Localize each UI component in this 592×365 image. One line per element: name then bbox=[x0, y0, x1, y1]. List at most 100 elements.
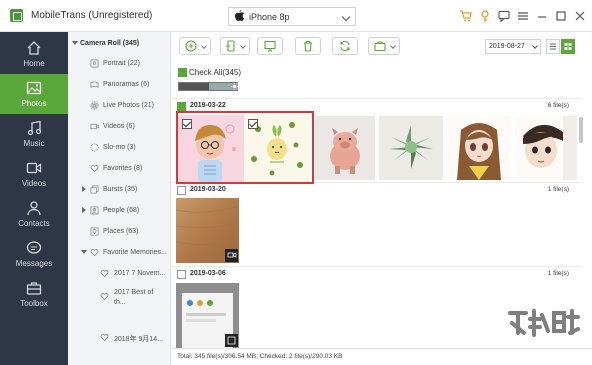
feedback-icon[interactable] bbox=[498, 10, 510, 23]
group-count: 6 file(s) bbox=[547, 102, 569, 109]
nav-item-toolbox[interactable]: Toolbox bbox=[0, 274, 68, 314]
check-all-checkbox[interactable] bbox=[178, 68, 187, 77]
group-count: 1 file(s) bbox=[547, 186, 569, 193]
group-checkbox[interactable] bbox=[177, 102, 186, 111]
grid-view-button[interactable] bbox=[561, 39, 575, 54]
place-icon bbox=[90, 227, 99, 236]
minimize-icon[interactable] bbox=[536, 10, 548, 22]
nav-item-home[interactable]: Home bbox=[0, 34, 68, 74]
chevron-down-icon bbox=[341, 12, 351, 22]
device-selector[interactable]: iPhone 8p bbox=[228, 7, 356, 26]
group-count: 1 file(s) bbox=[547, 270, 569, 277]
people-icon bbox=[90, 206, 99, 215]
app-title: MobileTrans (Unregistered) bbox=[31, 10, 153, 21]
nav-item-videos[interactable]: Videos bbox=[0, 154, 68, 194]
nav-item-music[interactable]: Music bbox=[0, 114, 68, 154]
heart-icon bbox=[90, 249, 99, 257]
thumbnail-size-slider[interactable] bbox=[178, 82, 238, 91]
selection-highlight bbox=[176, 111, 314, 184]
chevron-down-icon bbox=[240, 43, 246, 49]
export-to-pc-button[interactable] bbox=[257, 37, 283, 55]
status-bar: Total: 345 file(s)/306.54 MB; Checked: 2… bbox=[171, 348, 592, 365]
nav-item-photos[interactable]: Photos bbox=[0, 74, 68, 114]
group-checkbox[interactable] bbox=[177, 186, 186, 195]
status-text: Total: 345 file(s)/306.54 MB; Checked: 2… bbox=[177, 353, 343, 360]
home-icon bbox=[27, 41, 41, 55]
group-date: 2019-03-20 bbox=[190, 186, 226, 193]
tree-item-memory-3[interactable]: 2018年 9月14... bbox=[68, 329, 171, 347]
tree-item-favorite-memories[interactable]: Favorite Memories... bbox=[68, 244, 171, 262]
date-filter-value: 2019-08-27 bbox=[489, 43, 525, 50]
list-view-button[interactable] bbox=[546, 39, 560, 54]
tree-item-label: Favorite Memories... bbox=[103, 249, 167, 256]
expand-arrow-icon[interactable] bbox=[82, 186, 86, 192]
photo-thumbnail[interactable] bbox=[315, 116, 375, 180]
export-to-device-button[interactable] bbox=[220, 37, 250, 55]
expand-arrow-icon[interactable] bbox=[72, 41, 78, 45]
tree-item-portrait[interactable]: Portrait (22) bbox=[68, 55, 171, 73]
nav-label: Contacts bbox=[18, 219, 50, 228]
trash-icon bbox=[304, 40, 312, 52]
photo-thumbnail[interactable] bbox=[515, 116, 577, 180]
refresh-button[interactable] bbox=[332, 37, 358, 55]
tree-item-bursts[interactable]: Bursts (35) bbox=[68, 181, 171, 199]
toolbar: 2019-08-27 bbox=[171, 32, 592, 62]
tree-item-panoramas[interactable]: Panoramas (6) bbox=[68, 76, 171, 94]
photo-thumbnail[interactable] bbox=[447, 116, 511, 180]
expand-arrow-icon[interactable] bbox=[82, 207, 86, 213]
photo-screenshot bbox=[176, 283, 239, 348]
heart-icon bbox=[100, 334, 109, 342]
tree-item-memory-2[interactable]: 2017 Best of th... bbox=[68, 283, 171, 309]
group-date: 2019-03-22 bbox=[190, 102, 226, 109]
tree-item-slo-mo[interactable]: Slo-mo (3) bbox=[68, 139, 171, 157]
expand-arrow-icon[interactable] bbox=[81, 250, 87, 254]
portrait-icon bbox=[90, 59, 99, 68]
briefcase-icon bbox=[374, 41, 386, 52]
check-all-label: Check All(345) bbox=[189, 68, 242, 77]
tree-item-memory-1[interactable]: 2017 7 Novem... bbox=[68, 265, 171, 283]
grid-view-icon bbox=[564, 43, 572, 50]
contacts-icon bbox=[27, 201, 41, 216]
main-nav: Home Photos Music Videos Contacts Messag… bbox=[0, 32, 68, 365]
nav-label: Home bbox=[23, 59, 45, 68]
date-filter[interactable]: 2019-08-27 bbox=[485, 39, 541, 54]
scroll-thumb[interactable] bbox=[579, 117, 583, 143]
photo-thumbnail[interactable] bbox=[176, 283, 239, 348]
maximize-icon[interactable] bbox=[555, 10, 567, 22]
nav-item-messages[interactable]: Messages bbox=[0, 234, 68, 274]
date-group-header: 2019-03-06 1 file(s) bbox=[171, 266, 581, 280]
photo-anime-boy bbox=[515, 116, 577, 180]
cart-icon[interactable] bbox=[460, 10, 472, 22]
tree-item-label: Live Photos (21) bbox=[103, 102, 154, 109]
date-group-header: 2019-03-22 6 file(s) bbox=[171, 98, 581, 112]
nav-item-contacts[interactable]: Contacts bbox=[0, 194, 68, 234]
key-icon[interactable] bbox=[479, 10, 491, 22]
apple-icon bbox=[235, 10, 244, 21]
video-thumbnail[interactable] bbox=[176, 198, 239, 263]
photo-anime-girl bbox=[447, 116, 511, 180]
title-bar: MobileTrans (Unregistered) iPhone 8p bbox=[0, 0, 592, 32]
tree-item-videos[interactable]: Videos (6) bbox=[68, 118, 171, 136]
photo-pig-figurine bbox=[315, 116, 375, 180]
tree-item-places[interactable]: Places (63) bbox=[68, 223, 171, 241]
chevron-down-icon bbox=[390, 43, 396, 49]
tree-item-people[interactable]: People (68) bbox=[68, 202, 171, 220]
watermark-logo bbox=[508, 309, 580, 337]
nav-label: Music bbox=[23, 139, 45, 148]
sun-icon bbox=[231, 83, 238, 90]
close-icon[interactable] bbox=[574, 10, 586, 22]
tree-item-camera-roll[interactable]: Camera Roll (345) bbox=[68, 35, 171, 53]
more-button[interactable] bbox=[368, 37, 400, 55]
delete-button[interactable] bbox=[295, 37, 321, 55]
videos-icon bbox=[26, 162, 42, 174]
photo-thumbnail[interactable] bbox=[379, 116, 443, 180]
add-button[interactable] bbox=[179, 37, 211, 55]
tree-item-favorites[interactable]: Favorites (8) bbox=[68, 160, 171, 178]
tree-item-live-photos[interactable]: Live Photos (21) bbox=[68, 97, 171, 115]
tree-item-label: 2017 Best of th... bbox=[114, 289, 154, 306]
menu-icon[interactable] bbox=[517, 10, 529, 22]
export-device-icon bbox=[226, 40, 235, 52]
photos-icon bbox=[26, 81, 42, 95]
group-checkbox[interactable] bbox=[177, 270, 186, 279]
nav-label: Messages bbox=[15, 259, 53, 268]
